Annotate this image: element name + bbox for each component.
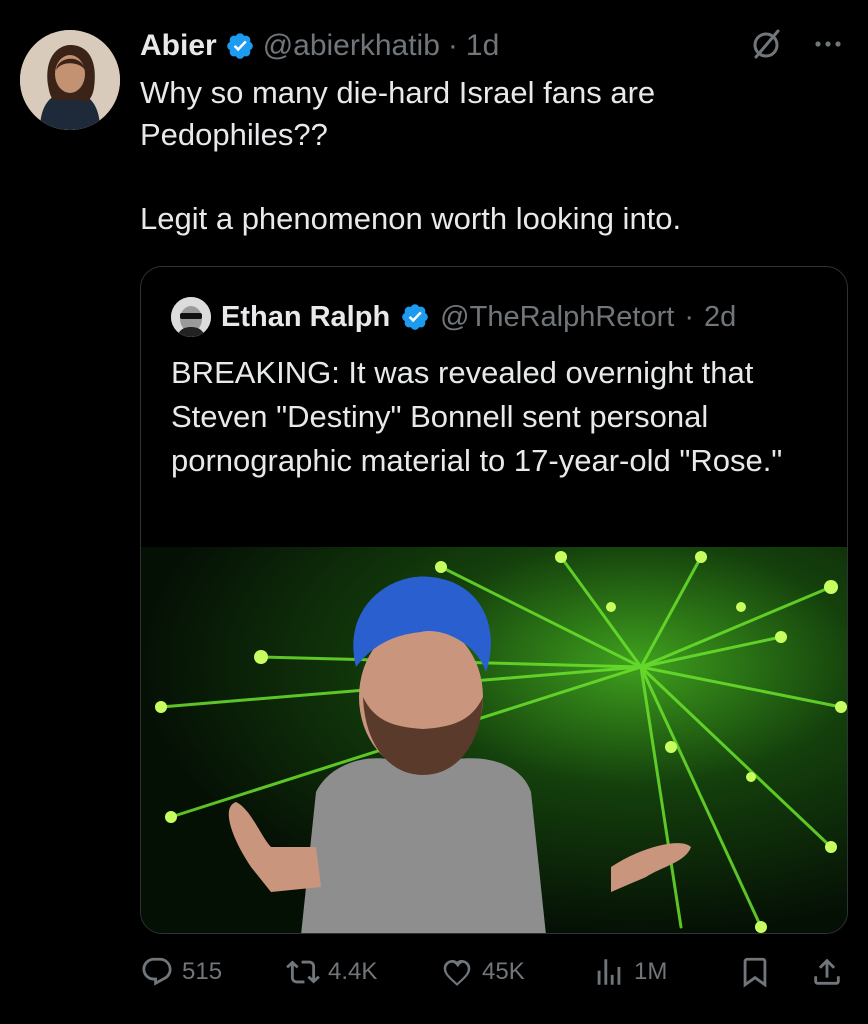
quoted-author-handle: @TheRalphRetort xyxy=(440,300,675,333)
views-count: 1M xyxy=(634,958,668,985)
repost-icon xyxy=(286,960,320,984)
share-icon xyxy=(814,958,840,985)
views-button[interactable]: 1M xyxy=(592,955,667,989)
repost-count: 4.4K xyxy=(328,958,378,985)
like-button[interactable]: 45K xyxy=(440,955,525,989)
share-button[interactable] xyxy=(810,955,844,989)
author-avatar[interactable] xyxy=(20,30,120,130)
more-icon[interactable] xyxy=(810,26,846,62)
tweet-top-actions xyxy=(748,26,846,62)
verified-badge-icon xyxy=(402,304,428,330)
reply-button[interactable]: 515 xyxy=(140,955,222,989)
like-count: 45K xyxy=(482,958,525,985)
quoted-author-avatar xyxy=(171,297,211,337)
tweet-header: Abier @abierkhatib · 1d xyxy=(140,26,499,66)
grok-icon[interactable] xyxy=(748,26,784,62)
author-name[interactable]: Abier xyxy=(140,29,217,63)
verified-badge-icon xyxy=(226,33,253,59)
separator-dot: · xyxy=(447,29,458,62)
tweet: Abier @abierkhatib · 1d Why so many die-… xyxy=(0,0,868,1024)
tweet-actions: 515 4.4K 45K 1M xyxy=(140,950,848,994)
quoted-tweet-image[interactable] xyxy=(141,547,847,933)
heart-icon xyxy=(443,959,471,986)
views-icon xyxy=(597,959,621,985)
bookmark-icon xyxy=(743,957,767,988)
tweet-time[interactable]: 1d xyxy=(466,29,499,63)
bookmark-button[interactable] xyxy=(738,955,772,989)
quoted-tweet-time: 2d xyxy=(704,300,737,333)
reply-count: 515 xyxy=(182,958,223,985)
tweet-text: Why so many die-hard Israel fans are Ped… xyxy=(140,75,682,236)
quoted-tweet[interactable]: Ethan Ralph @TheRalphRetort · 2d BREAKIN… xyxy=(140,266,848,934)
quoted-tweet-header: Ethan Ralph @TheRalphRetort · 2d xyxy=(171,297,736,337)
separator-dot: · xyxy=(684,300,694,333)
author-handle[interactable]: @abierkhatib xyxy=(263,29,440,63)
reply-icon xyxy=(142,957,172,986)
quoted-author-name: Ethan Ralph xyxy=(221,300,391,333)
quoted-tweet-text: BREAKING: It was revealed overnight that… xyxy=(171,355,783,478)
repost-button[interactable]: 4.4K xyxy=(286,955,377,989)
